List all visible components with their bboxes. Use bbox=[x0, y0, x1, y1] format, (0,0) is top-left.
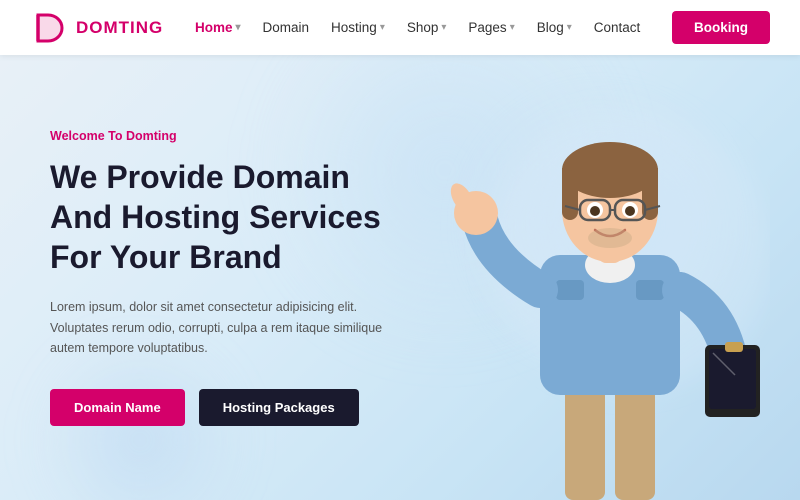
hero-welcome-text: Welcome To Domting bbox=[50, 129, 390, 143]
nav-item-blog[interactable]: Blog ▾ bbox=[537, 20, 572, 35]
logo-icon bbox=[30, 9, 68, 47]
hero-cta-buttons: Domain Name Hosting Packages bbox=[50, 389, 390, 426]
nav-link-shop[interactable]: Shop ▾ bbox=[407, 20, 447, 35]
nav-link-home[interactable]: Home ▾ bbox=[195, 20, 241, 35]
nav-link-contact[interactable]: Contact bbox=[594, 20, 641, 35]
hosting-packages-button[interactable]: Hosting Packages bbox=[199, 389, 359, 426]
nav-item-pages[interactable]: Pages ▾ bbox=[468, 20, 514, 35]
hero-title: We Provide Domain And Hosting Services F… bbox=[50, 157, 390, 277]
person-svg bbox=[450, 70, 770, 500]
nav-item-contact[interactable]: Contact bbox=[594, 20, 641, 35]
nav-item-hosting[interactable]: Hosting ▾ bbox=[331, 20, 385, 35]
chevron-down-icon: ▾ bbox=[235, 22, 240, 33]
hero-section: Welcome To Domting We Provide Domain And… bbox=[0, 55, 800, 500]
navbar: DOMTING Home ▾ Domain Hosting ▾ Shop ▾ bbox=[0, 0, 800, 55]
nav-link-hosting[interactable]: Hosting ▾ bbox=[331, 20, 385, 35]
nav-item-shop[interactable]: Shop ▾ bbox=[407, 20, 447, 35]
nav-item-home[interactable]: Home ▾ bbox=[195, 20, 241, 35]
nav-menu: Home ▾ Domain Hosting ▾ Shop ▾ Pages ▾ bbox=[195, 20, 640, 35]
chevron-down-icon: ▾ bbox=[510, 22, 515, 33]
chevron-down-icon: ▾ bbox=[441, 22, 446, 33]
logo-text: DOMTING bbox=[76, 18, 163, 38]
booking-button[interactable]: Booking bbox=[672, 11, 770, 44]
hero-content: Welcome To Domting We Provide Domain And… bbox=[0, 129, 390, 426]
nav-link-blog[interactable]: Blog ▾ bbox=[537, 20, 572, 35]
chevron-down-icon: ▾ bbox=[380, 22, 385, 33]
chevron-down-icon: ▾ bbox=[567, 22, 572, 33]
hero-description: Lorem ipsum, dolor sit amet consectetur … bbox=[50, 297, 390, 359]
nav-link-domain[interactable]: Domain bbox=[263, 20, 310, 35]
domain-name-button[interactable]: Domain Name bbox=[50, 389, 185, 426]
nav-link-pages[interactable]: Pages ▾ bbox=[468, 20, 514, 35]
logo[interactable]: DOMTING bbox=[30, 9, 163, 47]
hero-person-image bbox=[450, 70, 770, 500]
nav-item-domain[interactable]: Domain bbox=[263, 20, 310, 35]
